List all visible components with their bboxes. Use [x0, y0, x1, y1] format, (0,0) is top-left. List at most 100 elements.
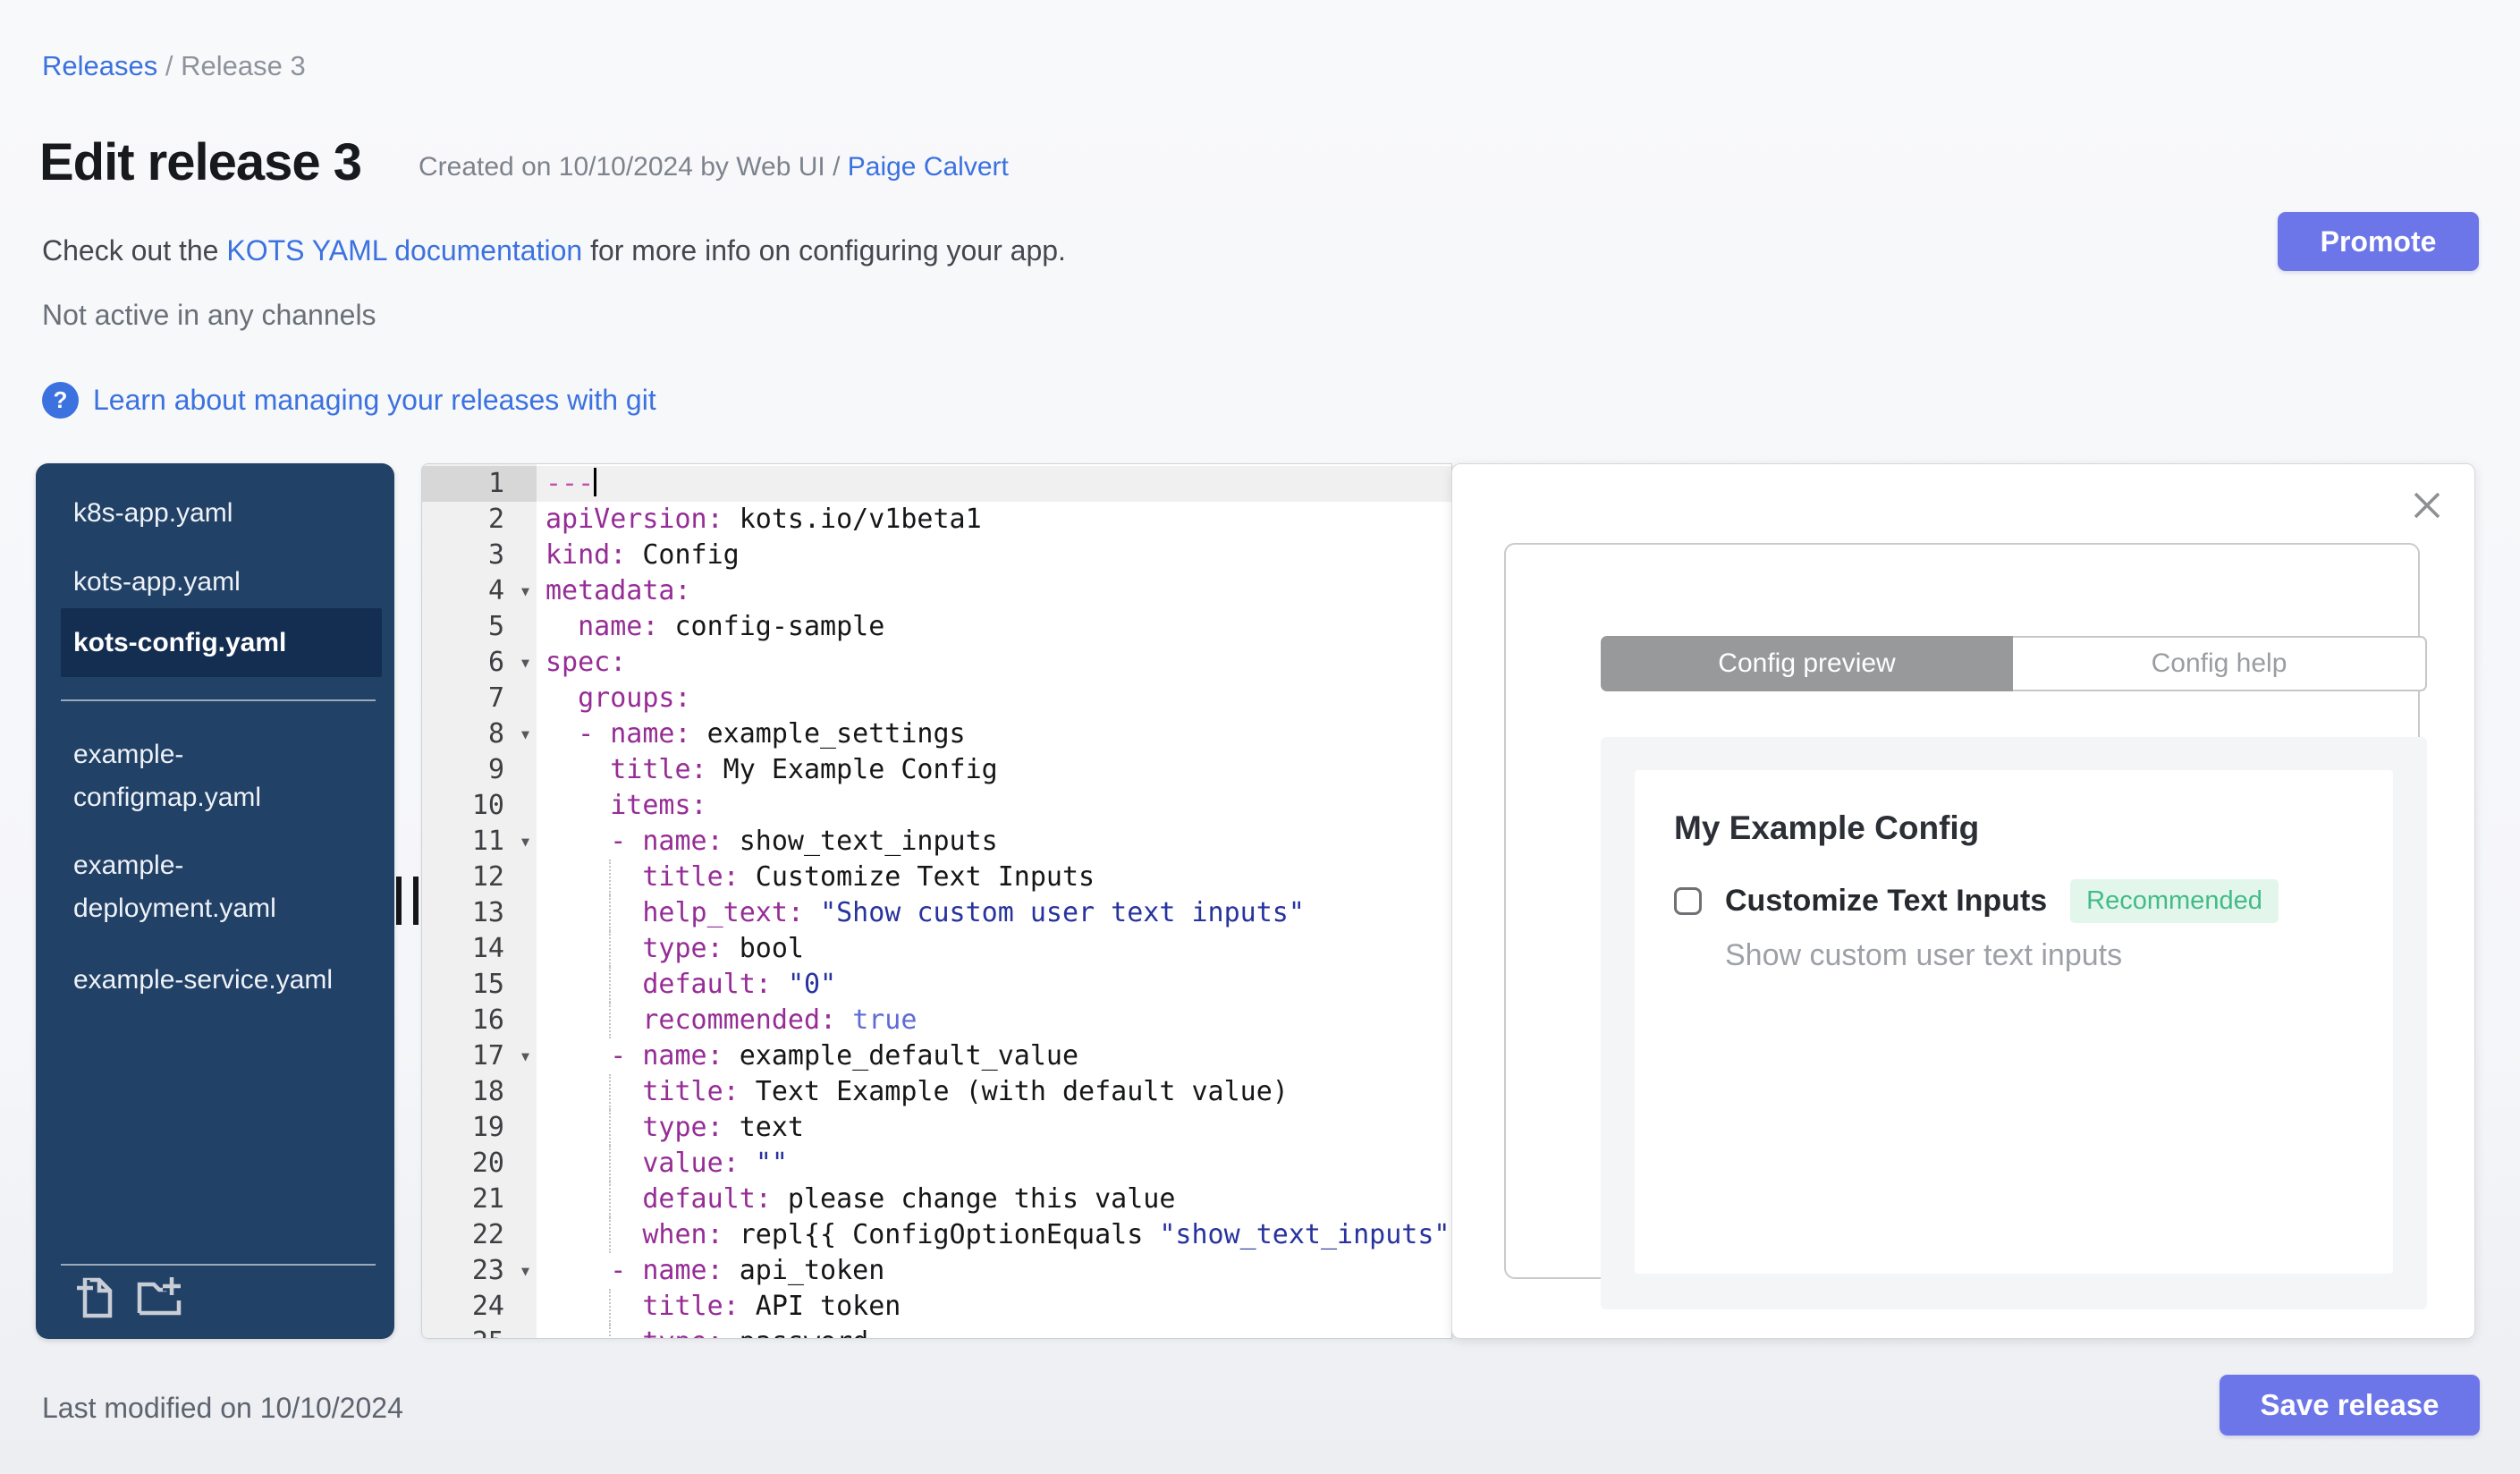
- gutter-line-number: 6 ▼: [422, 645, 537, 681]
- code-line-22[interactable]: 22 when: repl{{ ConfigOptionEquals "show…: [422, 1217, 1451, 1253]
- preview-tabs: Config preview Config help: [1601, 636, 2427, 691]
- config-preview-panel: Config preview Config help My Example Con…: [1451, 463, 2475, 1339]
- code-line-13[interactable]: 13 help_text: "Show custom user text inp…: [422, 895, 1451, 931]
- sidebar-file-kots-config-yaml[interactable]: kots-config.yaml: [61, 608, 382, 677]
- fold-arrow-icon[interactable]: ▼: [521, 1038, 529, 1074]
- code-line-14[interactable]: 14 type: bool: [422, 931, 1451, 967]
- sidebar-divider-bottom: [61, 1264, 376, 1266]
- config-item-row: Customize Text Inputs Recommended: [1674, 879, 2279, 923]
- save-release-button[interactable]: Save release: [2220, 1375, 2480, 1436]
- gutter-line-number: 10: [422, 788, 537, 824]
- yaml-code-editor[interactable]: 1 --- 2 apiVersion: kots.io/v1beta1 3 kind: C…: [421, 463, 1452, 1339]
- code-line-18[interactable]: 18 title: Text Example (with default val…: [422, 1074, 1451, 1110]
- add-folder-icon[interactable]: [134, 1274, 190, 1320]
- sidebar-divider: [61, 699, 376, 701]
- code-line-5[interactable]: 5 name: config-sample: [422, 609, 1451, 645]
- kots-yaml-doc-link[interactable]: KOTS YAML documentation: [226, 234, 582, 267]
- code-line-21[interactable]: 21 default: please change this value: [422, 1182, 1451, 1217]
- git-releases-link[interactable]: Learn about managing your releases with …: [93, 384, 656, 417]
- sidebar-file-example-service-yaml[interactable]: example-service.yaml: [61, 959, 382, 1002]
- git-help-row: ? Learn about managing your releases wit…: [42, 382, 656, 419]
- config-group-card: My Example Config Customize Text Inputs …: [1635, 770, 2393, 1274]
- config-preview-card: Config preview Config help My Example Con…: [1504, 543, 2427, 1309]
- code-line-12[interactable]: 12 title: Customize Text Inputs: [422, 860, 1451, 895]
- fold-arrow-icon[interactable]: ▼: [521, 573, 529, 609]
- code-line-11[interactable]: 11 ▼ - name: show_text_inputs: [422, 824, 1451, 860]
- gutter-line-number: 22: [422, 1217, 537, 1253]
- code-line-15[interactable]: 15 default: "0": [422, 967, 1451, 1003]
- sidebar-file-k8s-app-yaml[interactable]: k8s-app.yaml: [61, 492, 382, 535]
- close-icon[interactable]: [2409, 487, 2445, 523]
- promote-button[interactable]: Promote: [2278, 212, 2479, 271]
- gutter-line-number: 2: [422, 502, 537, 538]
- tab-config-preview[interactable]: Config preview: [1601, 636, 2013, 691]
- sidebar-file-kots-app-yaml[interactable]: kots-app.yaml: [61, 561, 382, 604]
- last-modified-text: Last modified on 10/10/2024: [42, 1392, 403, 1424]
- config-item-help: Show custom user text inputs: [1725, 938, 2123, 972]
- code-line-7[interactable]: 7 groups:: [422, 681, 1451, 716]
- gutter-line-number: 19: [422, 1110, 537, 1146]
- code-line-16[interactable]: 16 recommended: true: [422, 1003, 1451, 1038]
- config-render-area: My Example Config Customize Text Inputs …: [1601, 737, 2427, 1309]
- gutter-line-number: 16: [422, 1003, 537, 1038]
- fold-arrow-icon[interactable]: ▼: [521, 824, 529, 860]
- fold-arrow-icon[interactable]: ▼: [521, 645, 529, 681]
- code-line-17[interactable]: 17 ▼ - name: example_default_value: [422, 1038, 1451, 1074]
- gutter-line-number: 5: [422, 609, 537, 645]
- documentation-note: Check out the KOTS YAML documentation fo…: [42, 234, 1066, 267]
- code-line-24[interactable]: 24 title: API token: [422, 1289, 1451, 1325]
- gutter-line-number: 14: [422, 931, 537, 967]
- question-icon[interactable]: ?: [42, 382, 79, 419]
- gutter-line-number: 11 ▼: [422, 824, 537, 860]
- code-line-1[interactable]: 1 ---: [422, 466, 1451, 502]
- fold-arrow-icon[interactable]: ▼: [521, 1253, 529, 1289]
- fold-arrow-icon[interactable]: ▼: [521, 716, 529, 752]
- sidebar-resize-handle[interactable]: [396, 877, 419, 925]
- gutter-line-number: 20: [422, 1146, 537, 1182]
- code-line-2[interactable]: 2 apiVersion: kots.io/v1beta1: [422, 502, 1451, 538]
- breadcrumb: Releases / Release 3: [42, 50, 306, 82]
- gutter-line-number: 15: [422, 967, 537, 1003]
- gutter-line-number: 3: [422, 538, 537, 573]
- gutter-line-number: 1: [422, 466, 537, 502]
- created-by-link[interactable]: Paige Calvert: [848, 152, 1009, 182]
- code-line-6[interactable]: 6 ▼ spec:: [422, 645, 1451, 681]
- breadcrumb-current: Release 3: [181, 50, 306, 81]
- gutter-line-number: 23 ▼: [422, 1253, 537, 1289]
- gutter-line-number: 25: [422, 1325, 537, 1338]
- file-tree-sidebar: k8s-app.yaml kots-app.yaml kots-config.yam…: [36, 463, 394, 1339]
- code-line-23[interactable]: 23 ▼ - name: api_token: [422, 1253, 1451, 1289]
- breadcrumb-releases-link[interactable]: Releases: [42, 50, 157, 81]
- gutter-line-number: 7: [422, 681, 537, 716]
- channel-status: Not active in any channels: [42, 299, 376, 331]
- config-group-title: My Example Config: [1674, 809, 1980, 846]
- created-info: Created on 10/10/2024 by Web UI / Paige …: [419, 152, 1009, 182]
- customize-text-inputs-checkbox[interactable]: [1674, 887, 1702, 915]
- code-line-20[interactable]: 20 value: "": [422, 1146, 1451, 1182]
- code-line-25[interactable]: 25 type: password: [422, 1325, 1451, 1338]
- code-line-3[interactable]: 3 kind: Config: [422, 538, 1451, 573]
- code-line-9[interactable]: 9 title: My Example Config: [422, 752, 1451, 788]
- sidebar-file-example-deployment-yaml[interactable]: example-deployment.yaml: [61, 844, 382, 930]
- page-title: Edit release 3: [39, 133, 362, 191]
- breadcrumb-separator: /: [165, 50, 173, 81]
- code-line-4[interactable]: 4 ▼ metadata:: [422, 573, 1451, 609]
- code-line-19[interactable]: 19 type: text: [422, 1110, 1451, 1146]
- text-cursor: [594, 467, 597, 496]
- tab-config-help[interactable]: Config help: [2013, 636, 2427, 691]
- gutter-line-number: 17 ▼: [422, 1038, 537, 1074]
- gutter-line-number: 4 ▼: [422, 573, 537, 609]
- gutter-line-number: 9: [422, 752, 537, 788]
- code-line-10[interactable]: 10 items:: [422, 788, 1451, 824]
- sidebar-file-example-configmap-yaml[interactable]: example-configmap.yaml: [61, 733, 382, 819]
- gutter-line-number: 12: [422, 860, 537, 895]
- recommended-badge: Recommended: [2070, 879, 2279, 923]
- code-line-8[interactable]: 8 ▼ - name: example_settings: [422, 716, 1451, 752]
- gutter-line-number: 18: [422, 1074, 537, 1110]
- gutter-line-number: 24: [422, 1289, 537, 1325]
- gutter-line-number: 13: [422, 895, 537, 931]
- add-file-icon[interactable]: [73, 1274, 114, 1320]
- gutter-line-number: 8 ▼: [422, 716, 537, 752]
- gutter-line-number: 21: [422, 1182, 537, 1217]
- config-item-label: Customize Text Inputs: [1725, 884, 2048, 918]
